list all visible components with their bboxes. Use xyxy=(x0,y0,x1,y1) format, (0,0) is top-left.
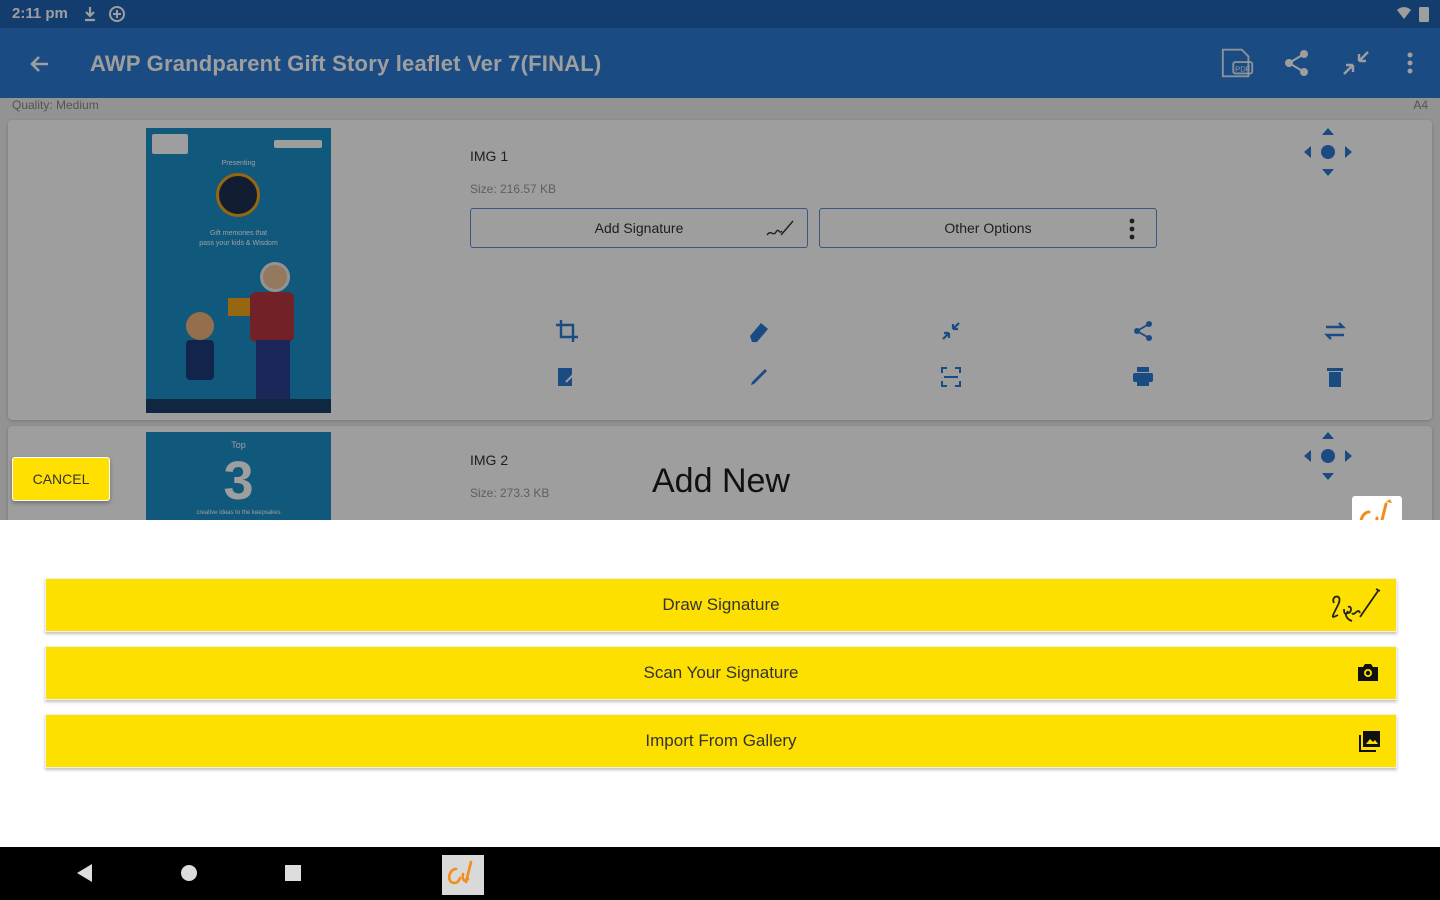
draw-signature-button[interactable]: Draw Signature xyxy=(45,578,1397,632)
draw-signature-label: Draw Signature xyxy=(662,595,780,614)
signature-icon xyxy=(1331,588,1381,622)
scan-signature-button[interactable]: Scan Your Signature xyxy=(45,646,1397,700)
camera-icon xyxy=(1358,664,1378,681)
app-logo-icon xyxy=(447,860,473,885)
scan-signature-label: Scan Your Signature xyxy=(643,663,799,682)
modal-scrim[interactable] xyxy=(0,0,1440,520)
nav-back-icon[interactable] xyxy=(74,861,96,885)
import-gallery-button[interactable]: Import From Gallery xyxy=(45,714,1397,768)
cancel-button[interactable]: CANCEL xyxy=(12,457,110,501)
gallery-icon xyxy=(1359,731,1380,752)
system-nav-bar xyxy=(0,847,1440,900)
dialog-title: Add New xyxy=(652,462,790,500)
taskbar-app-icon[interactable] xyxy=(442,855,484,895)
add-signature-sheet: Draw Signature Scan Your Signature Impor… xyxy=(0,520,1440,847)
import-gallery-label: Import From Gallery xyxy=(645,731,797,750)
nav-recents-icon[interactable] xyxy=(282,861,304,885)
nav-home-icon[interactable] xyxy=(178,861,200,885)
